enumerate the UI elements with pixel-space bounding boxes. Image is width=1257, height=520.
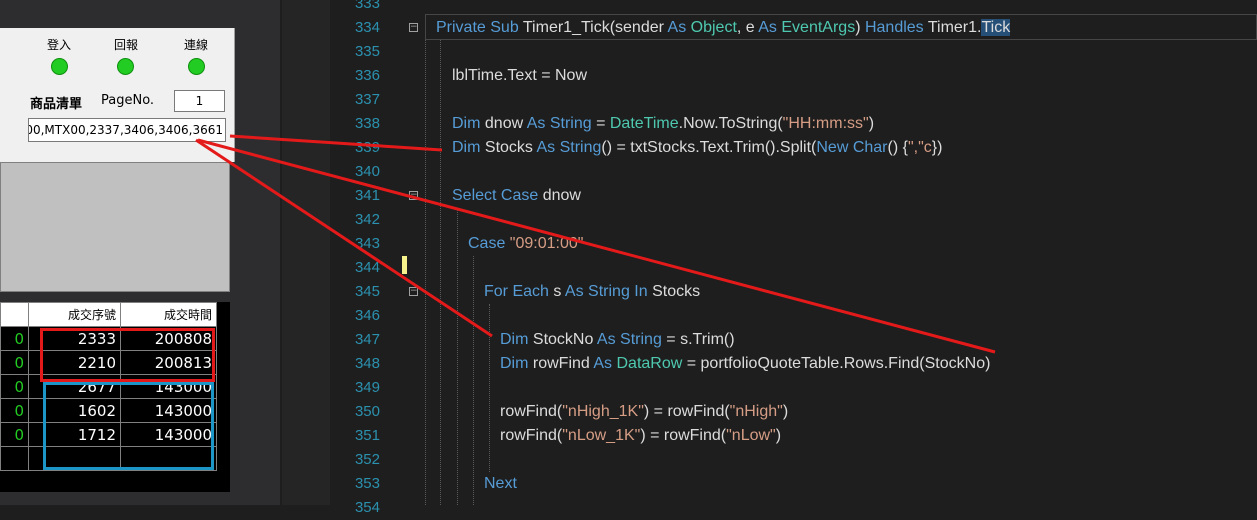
arrow-to-line-339 <box>229 134 443 152</box>
annotation-arrows <box>195 134 996 354</box>
arrow-to-line-347 <box>195 138 493 338</box>
arrow-to-line-348 <box>197 138 996 354</box>
